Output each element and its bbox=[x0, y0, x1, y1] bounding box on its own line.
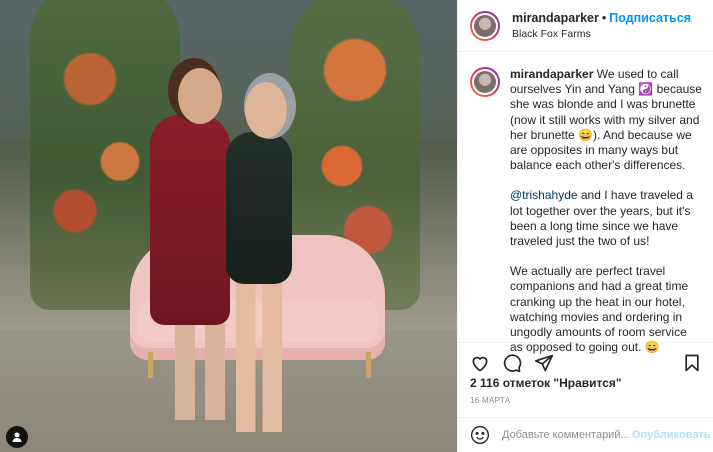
publish-button[interactable]: Опубликовать bbox=[632, 429, 711, 441]
follow-button[interactable]: Подписаться bbox=[609, 11, 691, 25]
person-left-legs bbox=[175, 320, 225, 420]
username-link[interactable]: mirandaparker bbox=[512, 11, 599, 25]
person-right-legs bbox=[236, 282, 282, 432]
caption-paragraph: @trishahyde and I have traveled a lot to… bbox=[510, 188, 702, 249]
post-date[interactable]: 16 МАРТА bbox=[470, 396, 510, 405]
location-link[interactable]: Black Fox Farms bbox=[512, 28, 691, 40]
post-side-panel: mirandaparker • Подписаться Black Fox Farm… bbox=[457, 0, 713, 452]
caption-paragraph-3: We actually are perfect travel companion… bbox=[510, 264, 689, 355]
user-tag-icon[interactable] bbox=[6, 426, 28, 448]
comment-input[interactable] bbox=[502, 429, 632, 441]
action-bar bbox=[458, 343, 713, 377]
caption-section: mirandaparker We used to call ourselves … bbox=[458, 53, 713, 354]
mention-link[interactable]: @trishahyde bbox=[510, 188, 578, 202]
avatar-image bbox=[472, 12, 498, 39]
bookmark-icon[interactable] bbox=[682, 353, 704, 375]
header-text: mirandaparker • Подписаться Black Fox Farm… bbox=[512, 11, 691, 40]
header-line: mirandaparker • Подписаться bbox=[512, 11, 691, 26]
sofa-leg bbox=[366, 352, 371, 378]
comment-bar: Опубликовать bbox=[458, 417, 713, 452]
avatar[interactable] bbox=[470, 10, 500, 41]
person-right bbox=[226, 132, 292, 284]
likes-count[interactable]: 2 116 отметок "Нравится" bbox=[470, 376, 622, 390]
heart-icon[interactable] bbox=[470, 353, 492, 375]
caption-text: mirandaparker We used to call ourselves … bbox=[510, 67, 702, 354]
post-header: mirandaparker • Подписаться Black Fox Farm… bbox=[458, 0, 713, 52]
smiley-icon[interactable] bbox=[470, 425, 490, 445]
caption-username[interactable]: mirandaparker bbox=[510, 67, 593, 81]
person-right-head bbox=[245, 82, 287, 138]
share-icon[interactable] bbox=[534, 353, 556, 375]
caption-paragraph-1: We used to call ourselves Yin and Yang ☯… bbox=[510, 67, 702, 173]
caption-paragraph: mirandaparker We used to call ourselves … bbox=[510, 67, 702, 173]
avatar-image bbox=[472, 69, 498, 95]
person-left-head bbox=[178, 68, 222, 124]
post-photo[interactable] bbox=[0, 0, 457, 452]
person-left bbox=[150, 115, 230, 325]
comment-icon[interactable] bbox=[502, 353, 524, 375]
separator-dot: • bbox=[601, 11, 607, 25]
caption-avatar[interactable] bbox=[470, 67, 500, 97]
sofa-leg bbox=[148, 352, 153, 378]
